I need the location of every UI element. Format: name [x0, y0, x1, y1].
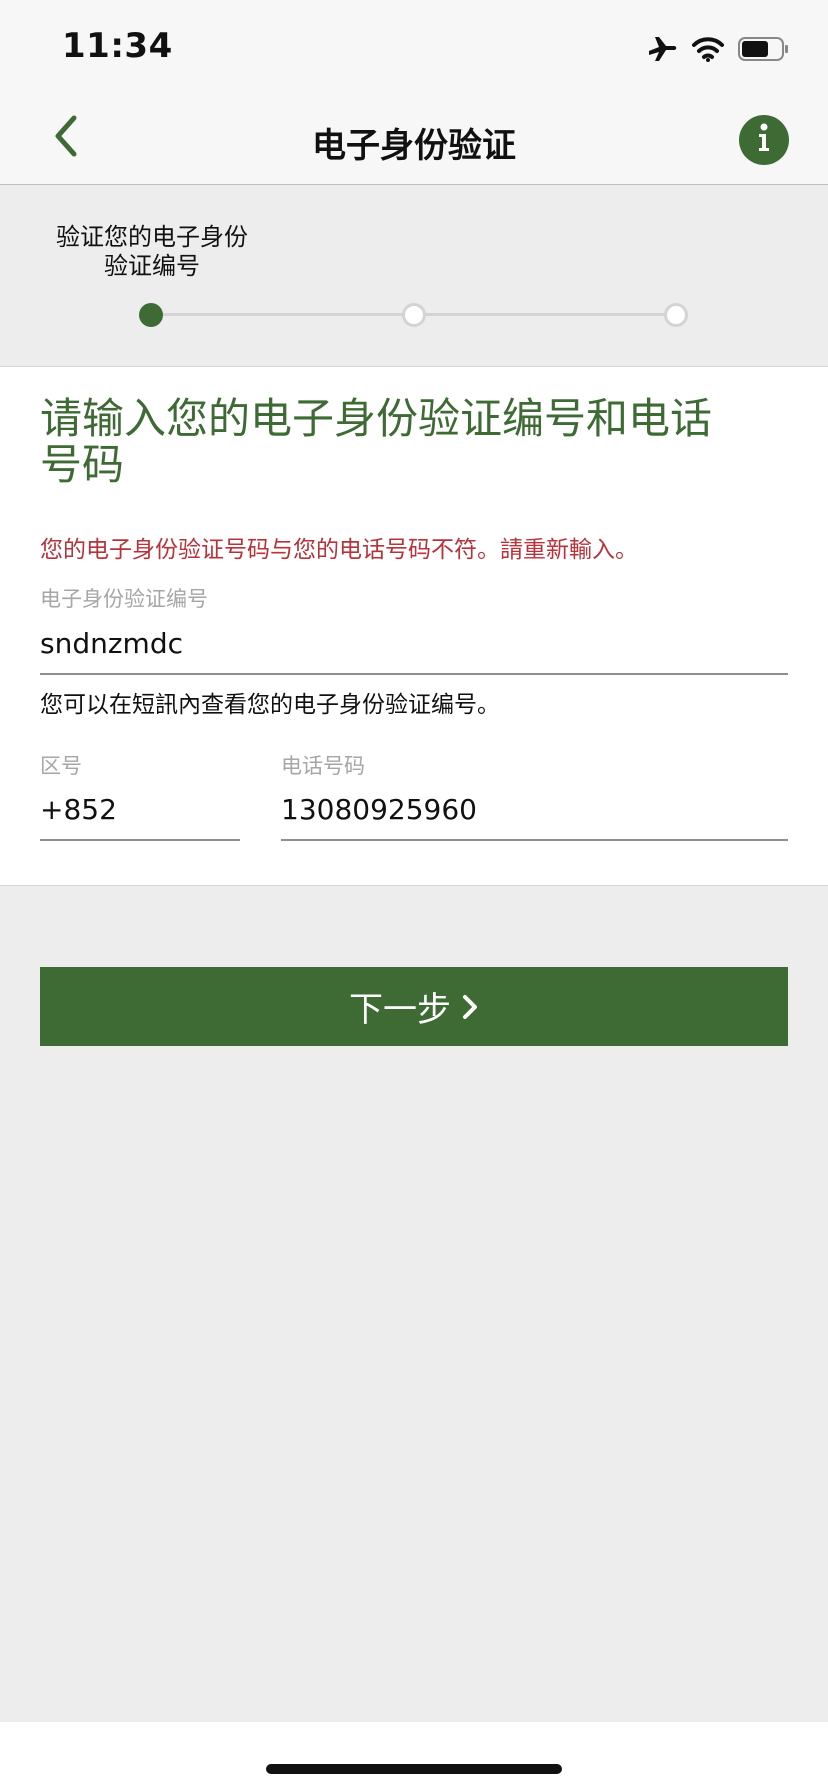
- info-button[interactable]: [739, 115, 789, 165]
- area-code-input[interactable]: +852: [40, 793, 240, 826]
- status-time: 11:34: [62, 26, 173, 66]
- battery-icon: [738, 36, 790, 62]
- area-code-underline: [40, 839, 240, 841]
- error-message: 您的电子身份验证号码与您的电话号码不符。請重新輸入。: [40, 537, 638, 563]
- phone-label: 电话号码: [281, 754, 365, 778]
- progress-stepper: 验证您的电子身份 验证编号: [0, 185, 828, 367]
- home-indicator[interactable]: [266, 1764, 562, 1774]
- eid-hint: 您可以在短訊內查看您的电子身份验证编号。: [40, 692, 500, 718]
- form-card: 请输入您的电子身份验证编号和电话号码 您的电子身份验证号码与您的电话号码不符。請…: [0, 367, 828, 886]
- area-code-label: 区号: [40, 754, 82, 778]
- step-dot-2: [402, 303, 426, 327]
- next-button-label: 下一步: [349, 990, 451, 1030]
- step-dot-1: [139, 303, 163, 327]
- phone-underline: [281, 839, 788, 841]
- chevron-right-icon: [461, 993, 479, 1021]
- step-dot-3: [664, 303, 688, 327]
- next-button[interactable]: 下一步: [40, 967, 788, 1046]
- airplane-icon: [646, 34, 678, 64]
- status-icons: [646, 32, 790, 66]
- wifi-icon: [692, 36, 724, 62]
- eid-input[interactable]: sndnzmdc: [40, 627, 788, 660]
- eid-underline: [40, 673, 788, 675]
- eid-label: 电子身份验证编号: [40, 587, 208, 611]
- step-label: 验证您的电子身份 验证编号: [56, 223, 248, 280]
- home-indicator-area: [0, 1722, 828, 1792]
- page-title: 电子身份验证: [312, 126, 516, 166]
- nav-bar: 电子身份验证: [0, 92, 828, 185]
- phone-input[interactable]: 13080925960: [281, 793, 788, 826]
- status-bar: 11:34: [0, 0, 828, 92]
- info-icon: [754, 122, 774, 158]
- form-heading: 请输入您的电子身份验证编号和电话号码: [40, 394, 713, 489]
